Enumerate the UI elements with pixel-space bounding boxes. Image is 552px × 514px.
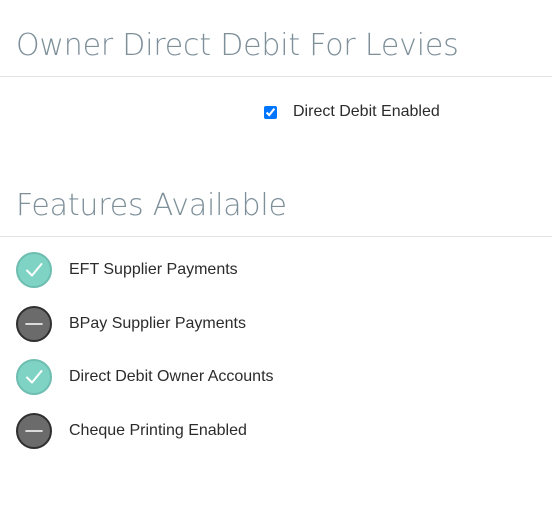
feature-label: Cheque Printing Enabled [69, 422, 247, 439]
minus-circle-icon [16, 306, 52, 342]
minus-circle-icon [16, 413, 52, 449]
check-circle-icon [16, 252, 52, 288]
feature-item-direct-debit-owner-accounts: Direct Debit Owner Accounts [16, 359, 416, 395]
feature-item-bpay-supplier-payments: BPay Supplier Payments [16, 306, 416, 342]
feature-item-eft-supplier-payments: EFT Supplier Payments [16, 252, 416, 288]
section-divider [0, 236, 552, 237]
features-available-heading: Features Available [16, 188, 287, 223]
feature-item-cheque-printing-enabled: Cheque Printing Enabled [16, 413, 416, 449]
owner-direct-debit-heading: Owner Direct Debit For Levies [16, 28, 459, 63]
direct-debit-enabled-checkbox[interactable] [264, 105, 277, 119]
direct-debit-enabled-option[interactable]: Direct Debit Enabled [264, 103, 440, 121]
section-divider [0, 76, 552, 77]
check-circle-icon [16, 359, 52, 395]
feature-label: EFT Supplier Payments [69, 261, 238, 278]
feature-label: BPay Supplier Payments [69, 315, 246, 332]
direct-debit-enabled-label: Direct Debit Enabled [293, 103, 440, 120]
feature-label: Direct Debit Owner Accounts [69, 368, 274, 385]
